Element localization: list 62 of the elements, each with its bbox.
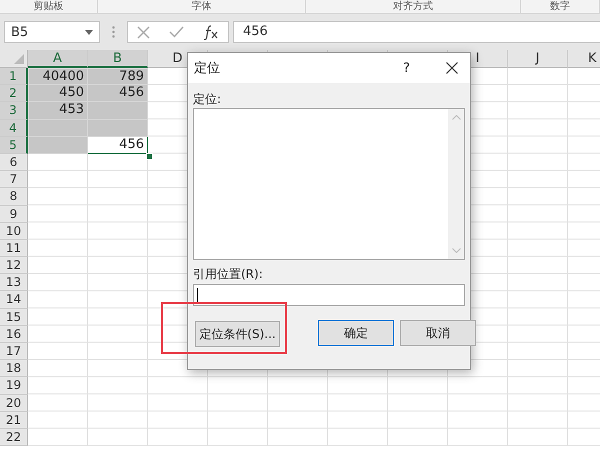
table-cell[interactable]: 453 [28, 102, 88, 120]
close-icon[interactable] [446, 62, 458, 74]
fill-handle[interactable] [146, 153, 153, 160]
row-header[interactable]: 21 [0, 412, 28, 429]
scroll-up-icon[interactable] [452, 115, 460, 120]
formula-input[interactable]: 456 [233, 21, 600, 43]
row-header[interactable]: 1 [0, 68, 28, 86]
table-cell[interactable] [88, 120, 148, 137]
table-cell[interactable]: 456 [88, 85, 148, 102]
table-cell[interactable] [28, 136, 88, 154]
dialog-button[interactable]: 定位条件(S)... [195, 321, 280, 347]
row-header[interactable]: 5 [0, 136, 28, 154]
row-header[interactable]: 12 [0, 257, 28, 274]
row-header[interactable]: 22 [0, 428, 28, 446]
dropdown-caret-icon [85, 30, 93, 34]
reference-label: 引用位置(R): [193, 266, 264, 283]
row-header[interactable]: 6 [0, 154, 28, 172]
row-header[interactable]: 9 [0, 206, 28, 223]
row-header[interactable]: 4 [0, 120, 28, 137]
ribbon-group-label: 数字 [521, 0, 600, 13]
table-cell[interactable]: 450 [28, 85, 88, 102]
function-icon[interactable] [202, 24, 219, 40]
scrollbar[interactable] [448, 109, 464, 259]
column-header[interactable]: K [568, 50, 600, 68]
triangle-icon [14, 54, 24, 64]
row-header[interactable]: 18 [0, 360, 28, 378]
row-header[interactable]: 15 [0, 308, 28, 326]
table-cell[interactable]: 789 [88, 68, 148, 86]
row-header[interactable]: 2 [0, 85, 28, 102]
column-header[interactable]: B [88, 50, 148, 68]
ribbon-group-label: 字体 [98, 0, 306, 13]
row-header[interactable]: 17 [0, 343, 28, 360]
list-label: 定位: [193, 91, 222, 108]
row-header[interactable]: 10 [0, 222, 28, 240]
row-header[interactable]: 16 [0, 326, 28, 343]
row-header[interactable]: 19 [0, 377, 28, 395]
table-cell[interactable]: 40400 [28, 68, 88, 86]
check-icon[interactable] [168, 26, 184, 38]
table-cell[interactable]: 456 [88, 136, 148, 154]
row-header[interactable]: 11 [0, 240, 28, 258]
dialog-button[interactable]: 取消 [400, 320, 476, 346]
table-cell[interactable] [28, 120, 88, 137]
column-header[interactable]: A [28, 50, 88, 68]
scroll-down-icon[interactable] [452, 248, 460, 253]
row-header[interactable]: 3 [0, 102, 28, 120]
help-button[interactable]: ? [403, 60, 410, 76]
row-header[interactable]: 13 [0, 274, 28, 292]
name-box[interactable]: B5 [4, 21, 100, 43]
select-all-corner[interactable] [0, 50, 28, 68]
row-header[interactable]: 14 [0, 291, 28, 309]
cancel-icon[interactable] [137, 26, 150, 38]
row-header[interactable]: 20 [0, 394, 28, 412]
drag-handle-icon[interactable] [112, 26, 115, 38]
reference-input[interactable] [193, 284, 465, 306]
row-header[interactable]: 8 [0, 188, 28, 206]
go-to-list[interactable] [193, 108, 465, 260]
table-cell[interactable] [88, 102, 148, 120]
row-header[interactable]: 7 [0, 171, 28, 188]
ribbon-group-label: 对齐方式 [306, 0, 521, 13]
column-header[interactable]: J [508, 50, 568, 68]
dialog-button[interactable]: 确定 [318, 320, 394, 346]
ribbon-group-label: 剪贴板 [0, 0, 98, 13]
